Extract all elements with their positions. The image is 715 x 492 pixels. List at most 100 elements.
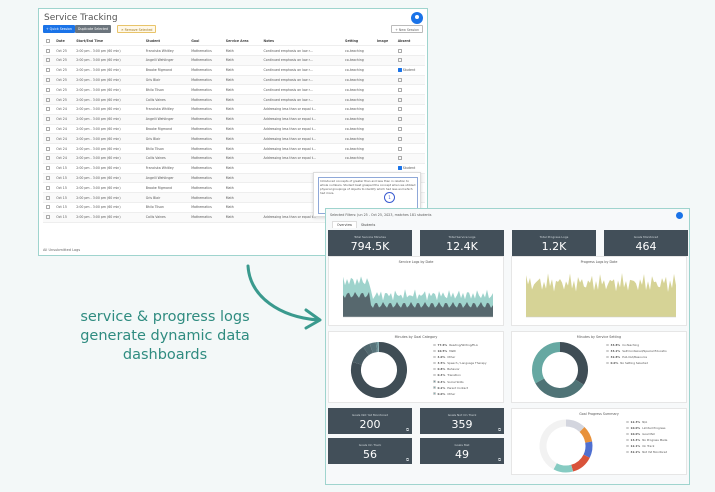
cell: co-teaching: [342, 84, 374, 96]
absent-label: Student: [402, 68, 416, 73]
column-header[interactable]: Student: [142, 36, 189, 47]
column-header[interactable]: Setting: [342, 36, 374, 47]
cell: Oct 15: [53, 173, 74, 184]
cell: Mathematics: [188, 75, 223, 86]
absent-checkbox[interactable]: [394, 94, 425, 106]
cell: co-teaching: [342, 114, 374, 125]
absent-checkbox[interactable]: [394, 143, 425, 155]
external-link-icon[interactable]: ⧉: [406, 457, 409, 462]
select-all-checkbox[interactable]: [43, 36, 54, 47]
cell: Math: [222, 104, 261, 115]
cell: 2:00 pm - 3:00 pm (60 min): [73, 173, 143, 184]
external-link-icon[interactable]: ⧉: [498, 427, 501, 432]
cell: 2:00 pm - 3:00 pm (60 min): [73, 124, 143, 135]
kpi-label: Total Service Minutes: [354, 235, 386, 239]
column-header[interactable]: Goal: [188, 36, 223, 47]
table-row[interactable]: Oct 25 2:00 pm - 3:00 pm (60 min) Bhilo Ti…: [43, 84, 425, 96]
table-row[interactable]: Oct 25 2:00 pm - 3:00 pm (60 min) Angelli …: [43, 55, 425, 66]
legend-item: 42.2% Not Yet Monitored: [626, 449, 667, 455]
cell: 2:00 pm - 3:00 pm (60 min): [73, 104, 143, 115]
absent-checkbox[interactable]: [394, 114, 425, 125]
cell: 2:00 pm - 3:00 pm (60 min): [73, 212, 143, 223]
absent-checkbox[interactable]: [394, 75, 425, 86]
cell: Mathematics: [188, 114, 223, 125]
kpi-card[interactable]: Goals Met 49 ⧉: [420, 438, 504, 464]
table-row[interactable]: Oct 24 2:00 pm - 3:00 pm (60 min) Francisk…: [43, 104, 425, 115]
external-link-icon[interactable]: ⧉: [498, 457, 501, 462]
add-fab-button[interactable]: [411, 12, 423, 24]
kpi-value: 359: [451, 418, 473, 431]
row-checkbox[interactable]: [43, 143, 54, 155]
quick-session-button[interactable]: + Quick Session: [43, 25, 75, 33]
row-checkbox[interactable]: [43, 173, 54, 184]
row-checkbox[interactable]: [43, 163, 54, 174]
table-row[interactable]: Oct 24 2:00 pm - 3:00 pm (60 min) Angelli …: [43, 114, 425, 125]
row-checkbox[interactable]: [43, 124, 54, 135]
cell: Brooke Rigmand: [142, 182, 189, 194]
table-row[interactable]: Oct 25 2:00 pm - 3:00 pm (60 min) Callis V…: [43, 94, 425, 106]
cell: Oct 15: [53, 212, 74, 223]
absent-checkbox[interactable]: [394, 84, 425, 96]
table-row[interactable]: Oct 24 2:00 pm - 3:00 pm (60 min) Brooke R…: [43, 124, 425, 135]
kpi-card[interactable]: Goals Not On Track 359 ⧉: [420, 408, 504, 434]
column-header[interactable]: Start/End Time: [73, 36, 143, 47]
table-row[interactable]: Oct 25 2:00 pm - 3:00 pm (60 min) Brooke R…: [43, 65, 425, 76]
row-checkbox[interactable]: [43, 65, 54, 76]
row-checkbox[interactable]: [43, 202, 54, 213]
kpi-value: 1.2K: [541, 240, 567, 253]
absent-checkbox[interactable]: [394, 153, 425, 164]
row-checkbox[interactable]: [43, 55, 54, 66]
column-header[interactable]: Date: [53, 36, 74, 47]
cell: Addressing less than or equal t...: [260, 124, 343, 135]
filter-fab-button[interactable]: [676, 212, 683, 219]
cell: Math: [222, 114, 261, 125]
row-checkbox[interactable]: [43, 114, 54, 125]
row-checkbox[interactable]: [43, 75, 54, 86]
new-session-button[interactable]: + New Session: [391, 25, 423, 33]
absent-checkbox[interactable]: [394, 55, 425, 66]
table-row[interactable]: Oct 25 2:00 pm - 3:00 pm (60 min) Francisk…: [43, 45, 425, 57]
row-checkbox[interactable]: [43, 182, 54, 194]
absent-checkbox[interactable]: [394, 104, 425, 115]
cell: Addressing less than or equal t...: [260, 153, 343, 164]
absent-checkbox[interactable]: Student: [394, 65, 425, 76]
table-row[interactable]: Oct 24 2:00 pm - 3:00 pm (60 min) Gris Bla…: [43, 133, 425, 145]
row-checkbox[interactable]: [43, 153, 54, 164]
kpi-card: Total Service Logs 12.4K: [420, 230, 504, 256]
row-checkbox[interactable]: [43, 84, 54, 96]
table-row[interactable]: Oct 24 2:00 pm - 3:00 pm (60 min) Bhilo Ti…: [43, 143, 425, 155]
absent-checkbox[interactable]: [394, 45, 425, 57]
cell: Bhilo Tilson: [142, 143, 189, 155]
row-checkbox[interactable]: [43, 192, 54, 204]
kpi-card[interactable]: Goals Not Yet Monitored 200 ⧉: [328, 408, 412, 434]
column-header[interactable]: Image: [374, 36, 395, 47]
remove-selected-button[interactable]: ✕ Remove Selected: [117, 25, 157, 33]
absent-checkbox[interactable]: [394, 133, 425, 145]
table-row[interactable]: Oct 24 2:00 pm - 3:00 pm (60 min) Callis V…: [43, 153, 425, 164]
donut-slice: [535, 378, 584, 398]
row-checkbox[interactable]: [43, 133, 54, 145]
cell: 2:00 pm - 3:00 pm (60 min): [73, 75, 143, 86]
kpi-card[interactable]: Goals On Track 56 ⧉: [328, 438, 412, 464]
table-row[interactable]: Oct 25 2:00 pm - 3:00 pm (60 min) Gris Bla…: [43, 75, 425, 86]
cell: co-teaching: [342, 133, 374, 145]
duplicate-selected-button[interactable]: Duplicate Selected: [75, 25, 112, 33]
tab-overview[interactable]: Overview: [332, 221, 358, 228]
row-checkbox[interactable]: [43, 45, 54, 57]
column-header[interactable]: Notes: [260, 36, 343, 47]
row-checkbox[interactable]: [43, 94, 54, 106]
cell: Mathematics: [188, 173, 223, 184]
kpi-label: Total Service Logs: [448, 235, 476, 239]
column-header[interactable]: Absent: [394, 36, 425, 47]
kpi-card: Total Service Minutes 794.5K: [328, 230, 412, 256]
row-checkbox[interactable]: [43, 104, 54, 115]
absent-checkbox[interactable]: [394, 124, 425, 135]
cell: Mathematics: [188, 143, 223, 155]
external-link-icon[interactable]: ⧉: [406, 427, 409, 432]
cell-image: [374, 153, 395, 164]
kpi-label: Goals Not On Track: [447, 413, 477, 417]
row-checkbox[interactable]: [43, 212, 54, 223]
tab-students[interactable]: Students: [357, 222, 379, 228]
column-header[interactable]: Service Area: [222, 36, 261, 47]
cell: Continued emphasis on low r...: [260, 94, 343, 106]
